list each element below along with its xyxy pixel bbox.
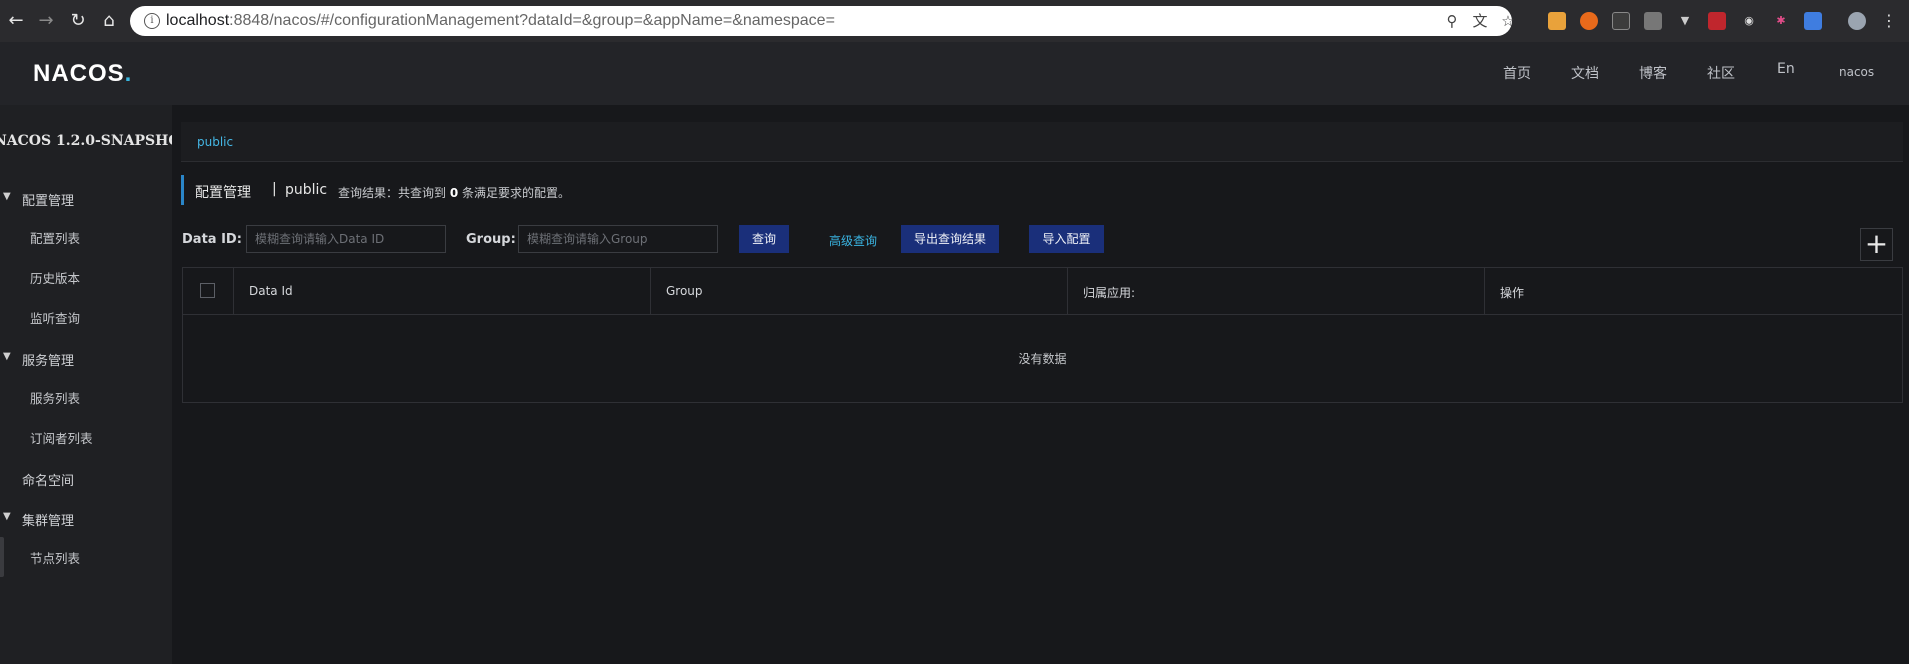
select-column: [183, 268, 234, 315]
sidebar-item-listener-query[interactable]: 监听查询: [30, 308, 80, 327]
sidebar-item-history[interactable]: 历史版本: [30, 268, 80, 287]
nav-link-docs[interactable]: 文档: [1571, 63, 1599, 83]
sidebar: NACOS 1.2.0-SNAPSHOT ▼ 配置管理 配置列表 历史版本 监听…: [0, 105, 172, 664]
reload-icon[interactable]: ↻: [66, 9, 90, 33]
export-button[interactable]: 导出查询结果: [901, 225, 999, 253]
nav-link-home[interactable]: 首页: [1503, 63, 1531, 83]
import-button[interactable]: 导入配置: [1029, 225, 1104, 253]
sidebar-group-label: 服务管理: [22, 354, 75, 369]
sidebar-group-label: 命名空间: [22, 474, 75, 489]
menu-icon[interactable]: ⋮: [1880, 12, 1898, 30]
result-count: 0: [449, 186, 459, 200]
url-text[interactable]: localhost:8848/nacos/#/configurationMana…: [166, 12, 835, 30]
url-host: localhost: [166, 12, 230, 29]
browser-toolbar: ← → ↻ ⌂ i localhost:8848/nacos/#/configu…: [0, 0, 1909, 42]
language-switch[interactable]: En: [1777, 61, 1795, 77]
app-header: NACOS. 首页 文档 博客 社区 En nacos: [0, 42, 1909, 105]
sidebar-group-service[interactable]: ▼ 服务管理: [0, 347, 172, 377]
caret-down-icon: ▼: [3, 511, 11, 522]
extension-icon[interactable]: [1708, 12, 1726, 30]
column-header: 归属应用:: [1083, 286, 1136, 300]
forward-icon[interactable]: →: [34, 9, 58, 33]
logo-dot: .: [124, 60, 133, 87]
namespace-bar: public: [181, 122, 1903, 162]
query-button[interactable]: 查询: [739, 225, 789, 253]
home-icon[interactable]: ⌂: [97, 9, 121, 33]
namespace-tab-public[interactable]: public: [197, 135, 233, 149]
extension-icon[interactable]: [1612, 12, 1630, 30]
page-title-bar: 配置管理 | public 查询结果：共查询到 0 条满足要求的配置。: [181, 175, 570, 205]
nav-link-blog[interactable]: 博客: [1639, 63, 1667, 83]
page-title: 配置管理: [195, 185, 251, 201]
caret-down-icon: ▼: [3, 191, 11, 202]
sidebar-item-namespace[interactable]: 命名空间: [0, 467, 172, 497]
add-config-button[interactable]: +: [1860, 228, 1893, 261]
version-title: NACOS 1.2.0-SNAPSHOT: [0, 133, 172, 149]
extension-icon[interactable]: [1804, 12, 1822, 30]
sidebar-item-service-list[interactable]: 服务列表: [30, 388, 80, 407]
result-summary: 查询结果：共查询到 0 条满足要求的配置。: [338, 184, 570, 201]
nacos-logo[interactable]: NACOS.: [33, 60, 132, 88]
dataid-search-input[interactable]: [246, 225, 446, 253]
result-prefix: 查询结果：共查询到: [338, 186, 447, 200]
extension-icon[interactable]: [1644, 12, 1662, 30]
info-icon[interactable]: i: [144, 13, 160, 29]
extension-icon[interactable]: [1580, 12, 1598, 30]
column-header: 操作: [1500, 286, 1525, 300]
address-bar[interactable]: i localhost:8848/nacos/#/configurationMa…: [130, 6, 1515, 36]
active-item-marker: [0, 537, 4, 577]
advanced-query-link[interactable]: 高级查询: [829, 232, 877, 249]
sidebar-item-node-list[interactable]: 节点列表: [30, 548, 80, 567]
column-group[interactable]: Group: [651, 268, 1068, 315]
group-search-input[interactable]: [518, 225, 718, 253]
column-app[interactable]: 归属应用:: [1068, 268, 1485, 315]
nav-link-community[interactable]: 社区: [1707, 63, 1735, 83]
result-suffix: 条满足要求的配置。: [462, 186, 571, 200]
empty-state: 没有数据: [1018, 352, 1067, 366]
column-header: Data Id: [249, 284, 293, 298]
column-actions: 操作: [1485, 268, 1902, 315]
main-content: public 配置管理 | public 查询结果：共查询到 0 条满足要求的配…: [172, 105, 1909, 664]
config-table: Data Id Group 归属应用: 操作 没有数据: [182, 267, 1903, 403]
key-icon[interactable]: ⚲: [1442, 11, 1462, 31]
table-header: Data Id Group 归属应用: 操作: [183, 268, 1902, 315]
sidebar-group-label: 配置管理: [22, 194, 75, 209]
profile-avatar[interactable]: [1848, 12, 1866, 30]
sidebar-group-config[interactable]: ▼ 配置管理: [0, 187, 172, 217]
sidebar-group-cluster[interactable]: ▼ 集群管理: [0, 507, 172, 537]
extension-icon[interactable]: [1548, 12, 1566, 30]
translate-icon[interactable]: 文: [1470, 11, 1490, 31]
back-icon[interactable]: ←: [4, 9, 28, 33]
vue-devtools-icon[interactable]: ▼: [1676, 12, 1694, 30]
sidebar-group-label: 集群管理: [22, 514, 75, 529]
dataid-label: Data ID:: [182, 232, 242, 247]
group-label: Group:: [466, 232, 516, 247]
sidebar-item-config-list[interactable]: 配置列表: [30, 228, 80, 247]
title-namespace: public: [285, 182, 328, 198]
sidebar-item-subscriber-list[interactable]: 订阅者列表: [30, 428, 93, 447]
logo-text: NACOS: [33, 60, 125, 87]
extension-icon[interactable]: ◉: [1740, 12, 1758, 30]
url-path: :8848/nacos/#/configurationManagement?da…: [229, 12, 835, 29]
title-separator: |: [272, 181, 277, 197]
user-menu[interactable]: nacos: [1839, 65, 1874, 79]
select-all-checkbox[interactable]: [200, 283, 215, 298]
extension-icon[interactable]: ✱: [1772, 12, 1790, 30]
column-dataid[interactable]: Data Id: [234, 268, 651, 315]
column-header: Group: [666, 284, 703, 298]
bookmark-star-icon[interactable]: ☆: [1498, 11, 1518, 31]
caret-down-icon: ▼: [3, 351, 11, 362]
